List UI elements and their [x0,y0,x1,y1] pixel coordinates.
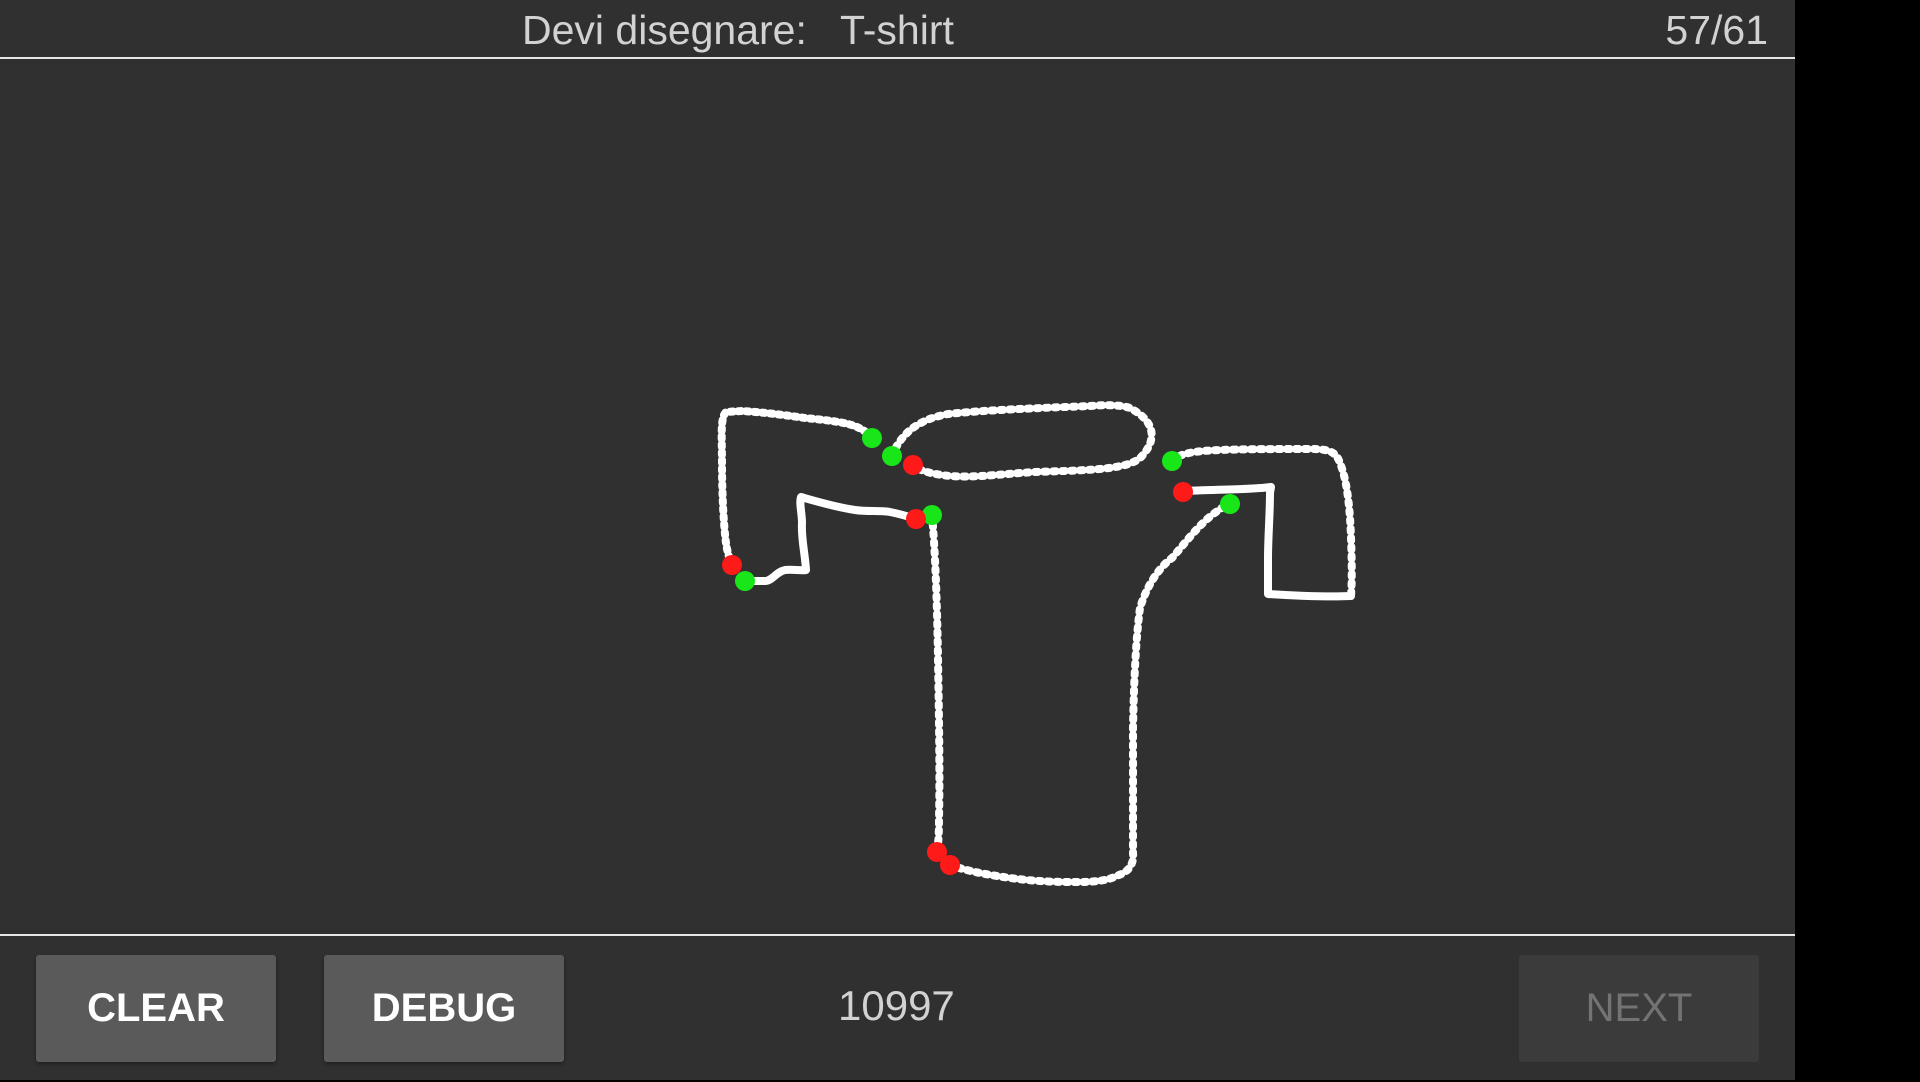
stroke-left-sleeve-outer [717,407,876,569]
ink-strokes [717,401,1356,886]
progress-counter: 57/61 [1665,7,1768,53]
stroke-end-markers [722,455,1193,875]
stroke-collar [888,401,1156,481]
end-marker [1173,482,1193,502]
start-marker [1220,494,1240,514]
start-marker [1162,451,1182,471]
start-marker [735,571,755,591]
start-marker [862,428,882,448]
stroke-left-sleeve-inner [741,493,920,585]
next-button[interactable]: NEXT [1519,955,1759,1062]
end-marker [722,555,742,575]
score-value: 10997 [838,982,955,1029]
drawing-svg [717,401,1356,886]
end-marker [940,855,960,875]
prompt-word: T-shirt [840,7,954,53]
stroke-right-sleeve-inner [1181,483,1355,601]
footer-bar: CLEAR DEBUG 10997 NEXT [0,934,1795,1082]
header-bar: Devi disegnare: T-shirt 57/61 [0,0,1795,59]
stroke-bottom-right-body [946,500,1234,886]
debug-button[interactable]: DEBUG [324,955,564,1062]
start-marker [882,446,902,466]
drawing-canvas[interactable] [0,59,1795,934]
end-marker [906,509,926,529]
clear-button[interactable]: CLEAR [36,955,276,1062]
prompt-label: Devi disegnare: [522,7,807,53]
stroke-left-body [928,511,944,856]
app-screen: Devi disegnare: T-shirt 57/61 CLEAR DEBU… [0,0,1795,1080]
end-marker [903,455,923,475]
